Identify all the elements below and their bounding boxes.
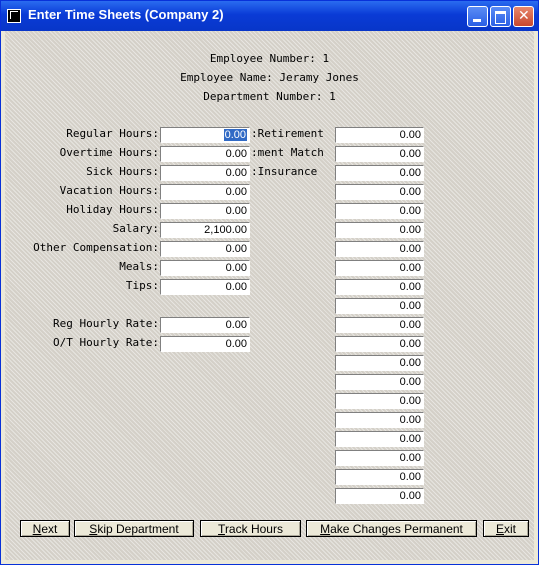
time-sheet-window: Enter Time Sheets (Company 2) ✕ Employee… [0,0,539,565]
overtime-hours-field[interactable]: 0.00 [160,146,250,162]
maximize-button[interactable] [490,6,511,27]
right-value-field-11[interactable]: 0.00 [335,317,424,333]
close-icon: ✕ [518,8,530,24]
right-value-field-16[interactable]: 0.00 [335,412,424,428]
form-area: Employee Number: 1 Employee Name: Jeramy… [5,31,534,560]
make-changes-permanent-button[interactable]: Make Changes Permanent [306,520,477,537]
holiday-hours-field[interactable]: 0.00 [160,203,250,219]
insurance-label: Insurance: [251,165,318,178]
skip-department-button[interactable]: Skip Department [74,520,194,537]
regular-hours-field[interactable]: 0.00 [160,127,250,143]
minimize-icon [473,19,481,22]
salary-label: Salary: [112,222,159,235]
right-value-field-4[interactable]: 0.00 [335,184,424,200]
right-value-field-9[interactable]: 0.00 [335,279,424,295]
right-value-field-12[interactable]: 0.00 [335,336,424,352]
employee-number: Employee Number: 1 [209,52,330,65]
right-value-field-2[interactable]: 0.00 [335,146,424,162]
tips-label: Tips: [125,279,159,292]
sick-hours-field[interactable]: 0.00 [160,165,250,181]
exit-button[interactable]: Exit [483,520,529,537]
title-bar[interactable]: Enter Time Sheets (Company 2) ✕ [1,1,538,31]
regular-hours-label: Regular Hours: [66,127,159,140]
meals-label: Meals: [119,260,159,273]
right-value-field-6[interactable]: 0.00 [335,222,424,238]
ot-hourly-rate-field[interactable]: 0.00 [160,336,250,352]
retirement-label: Retirement: [251,127,324,140]
tips-field[interactable]: 0.00 [160,279,250,295]
right-value-field-19[interactable]: 0.00 [335,469,424,485]
right-value-field-8[interactable]: 0.00 [335,260,424,276]
right-value-field-20[interactable]: 0.00 [335,488,424,504]
maximize-icon [495,11,506,24]
right-value-field-18[interactable]: 0.00 [335,450,424,466]
right-value-field-3[interactable]: 0.00 [335,165,424,181]
reg-hourly-rate-label: Reg Hourly Rate: [53,317,159,330]
other-compensation-label: Other Compensation: [33,241,159,254]
overtime-hours-label: Overtime Hours: [59,146,159,159]
regular-hours-value: 0.00 [223,129,247,141]
other-compensation-field[interactable]: 0.00 [160,241,250,257]
meals-field[interactable]: 0.00 [160,260,250,276]
right-value-field-5[interactable]: 0.00 [335,203,424,219]
track-hours-button[interactable]: Track Hours [200,520,301,537]
vacation-hours-field[interactable]: 0.00 [160,184,250,200]
reg-hourly-rate-field[interactable]: 0.00 [160,317,250,333]
right-value-field-13[interactable]: 0.00 [335,355,424,371]
employee-name: Employee Name: Jeramy Jones [180,71,359,84]
right-value-field-17[interactable]: 0.00 [335,431,424,447]
holiday-hours-label: Holiday Hours: [66,203,159,216]
ot-hourly-rate-label: O/T Hourly Rate: [53,336,159,349]
right-value-field-10[interactable]: 0.00 [335,298,424,314]
right-value-field-15[interactable]: 0.00 [335,393,424,409]
right-value-field-1[interactable]: 0.00 [335,127,424,143]
next-button[interactable]: Next [20,520,70,537]
window-title: Enter Time Sheets (Company 2) [28,7,224,22]
vacation-hours-label: Vacation Hours: [59,184,159,197]
right-value-field-14[interactable]: 0.00 [335,374,424,390]
app-icon[interactable] [7,9,21,23]
salary-field[interactable]: 2,100.00 [160,222,250,238]
department-number: Department Number: 1 [203,90,336,103]
sick-hours-label: Sick Hours: [86,165,159,178]
minimize-button[interactable] [467,6,488,27]
employer-match-label: ment Match: [251,146,324,159]
close-button[interactable]: ✕ [513,6,534,27]
right-value-field-7[interactable]: 0.00 [335,241,424,257]
